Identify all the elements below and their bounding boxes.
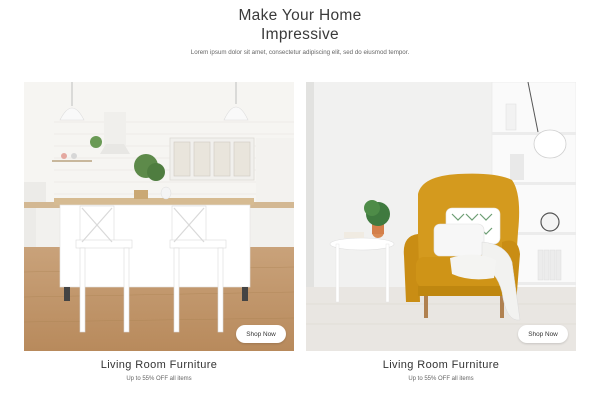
- page-title: Make Your Home Impressive: [0, 6, 600, 44]
- shop-now-button[interactable]: Shop Now: [236, 325, 286, 343]
- armchair-image[interactable]: [306, 82, 576, 351]
- card-title[interactable]: Living Room Furniture: [24, 359, 294, 371]
- product-card-armchair[interactable]: Shop Now: [306, 82, 576, 351]
- card-title[interactable]: Living Room Furniture: [306, 359, 576, 371]
- product-card-kitchen[interactable]: Shop Now: [24, 82, 294, 351]
- card-discount-text: Up to 55% OFF all items: [126, 376, 192, 382]
- kitchen-image[interactable]: [24, 82, 294, 351]
- shop-now-button[interactable]: Shop Now: [518, 325, 568, 343]
- page-title-line-1: Make Your Home: [238, 7, 362, 24]
- page-subtitle: Lorem ipsum dolor sit amet, consectetur …: [190, 49, 410, 56]
- page-title-line-2: Impressive: [261, 26, 339, 43]
- card-discount-text: Up to 55% OFF all items: [408, 376, 474, 382]
